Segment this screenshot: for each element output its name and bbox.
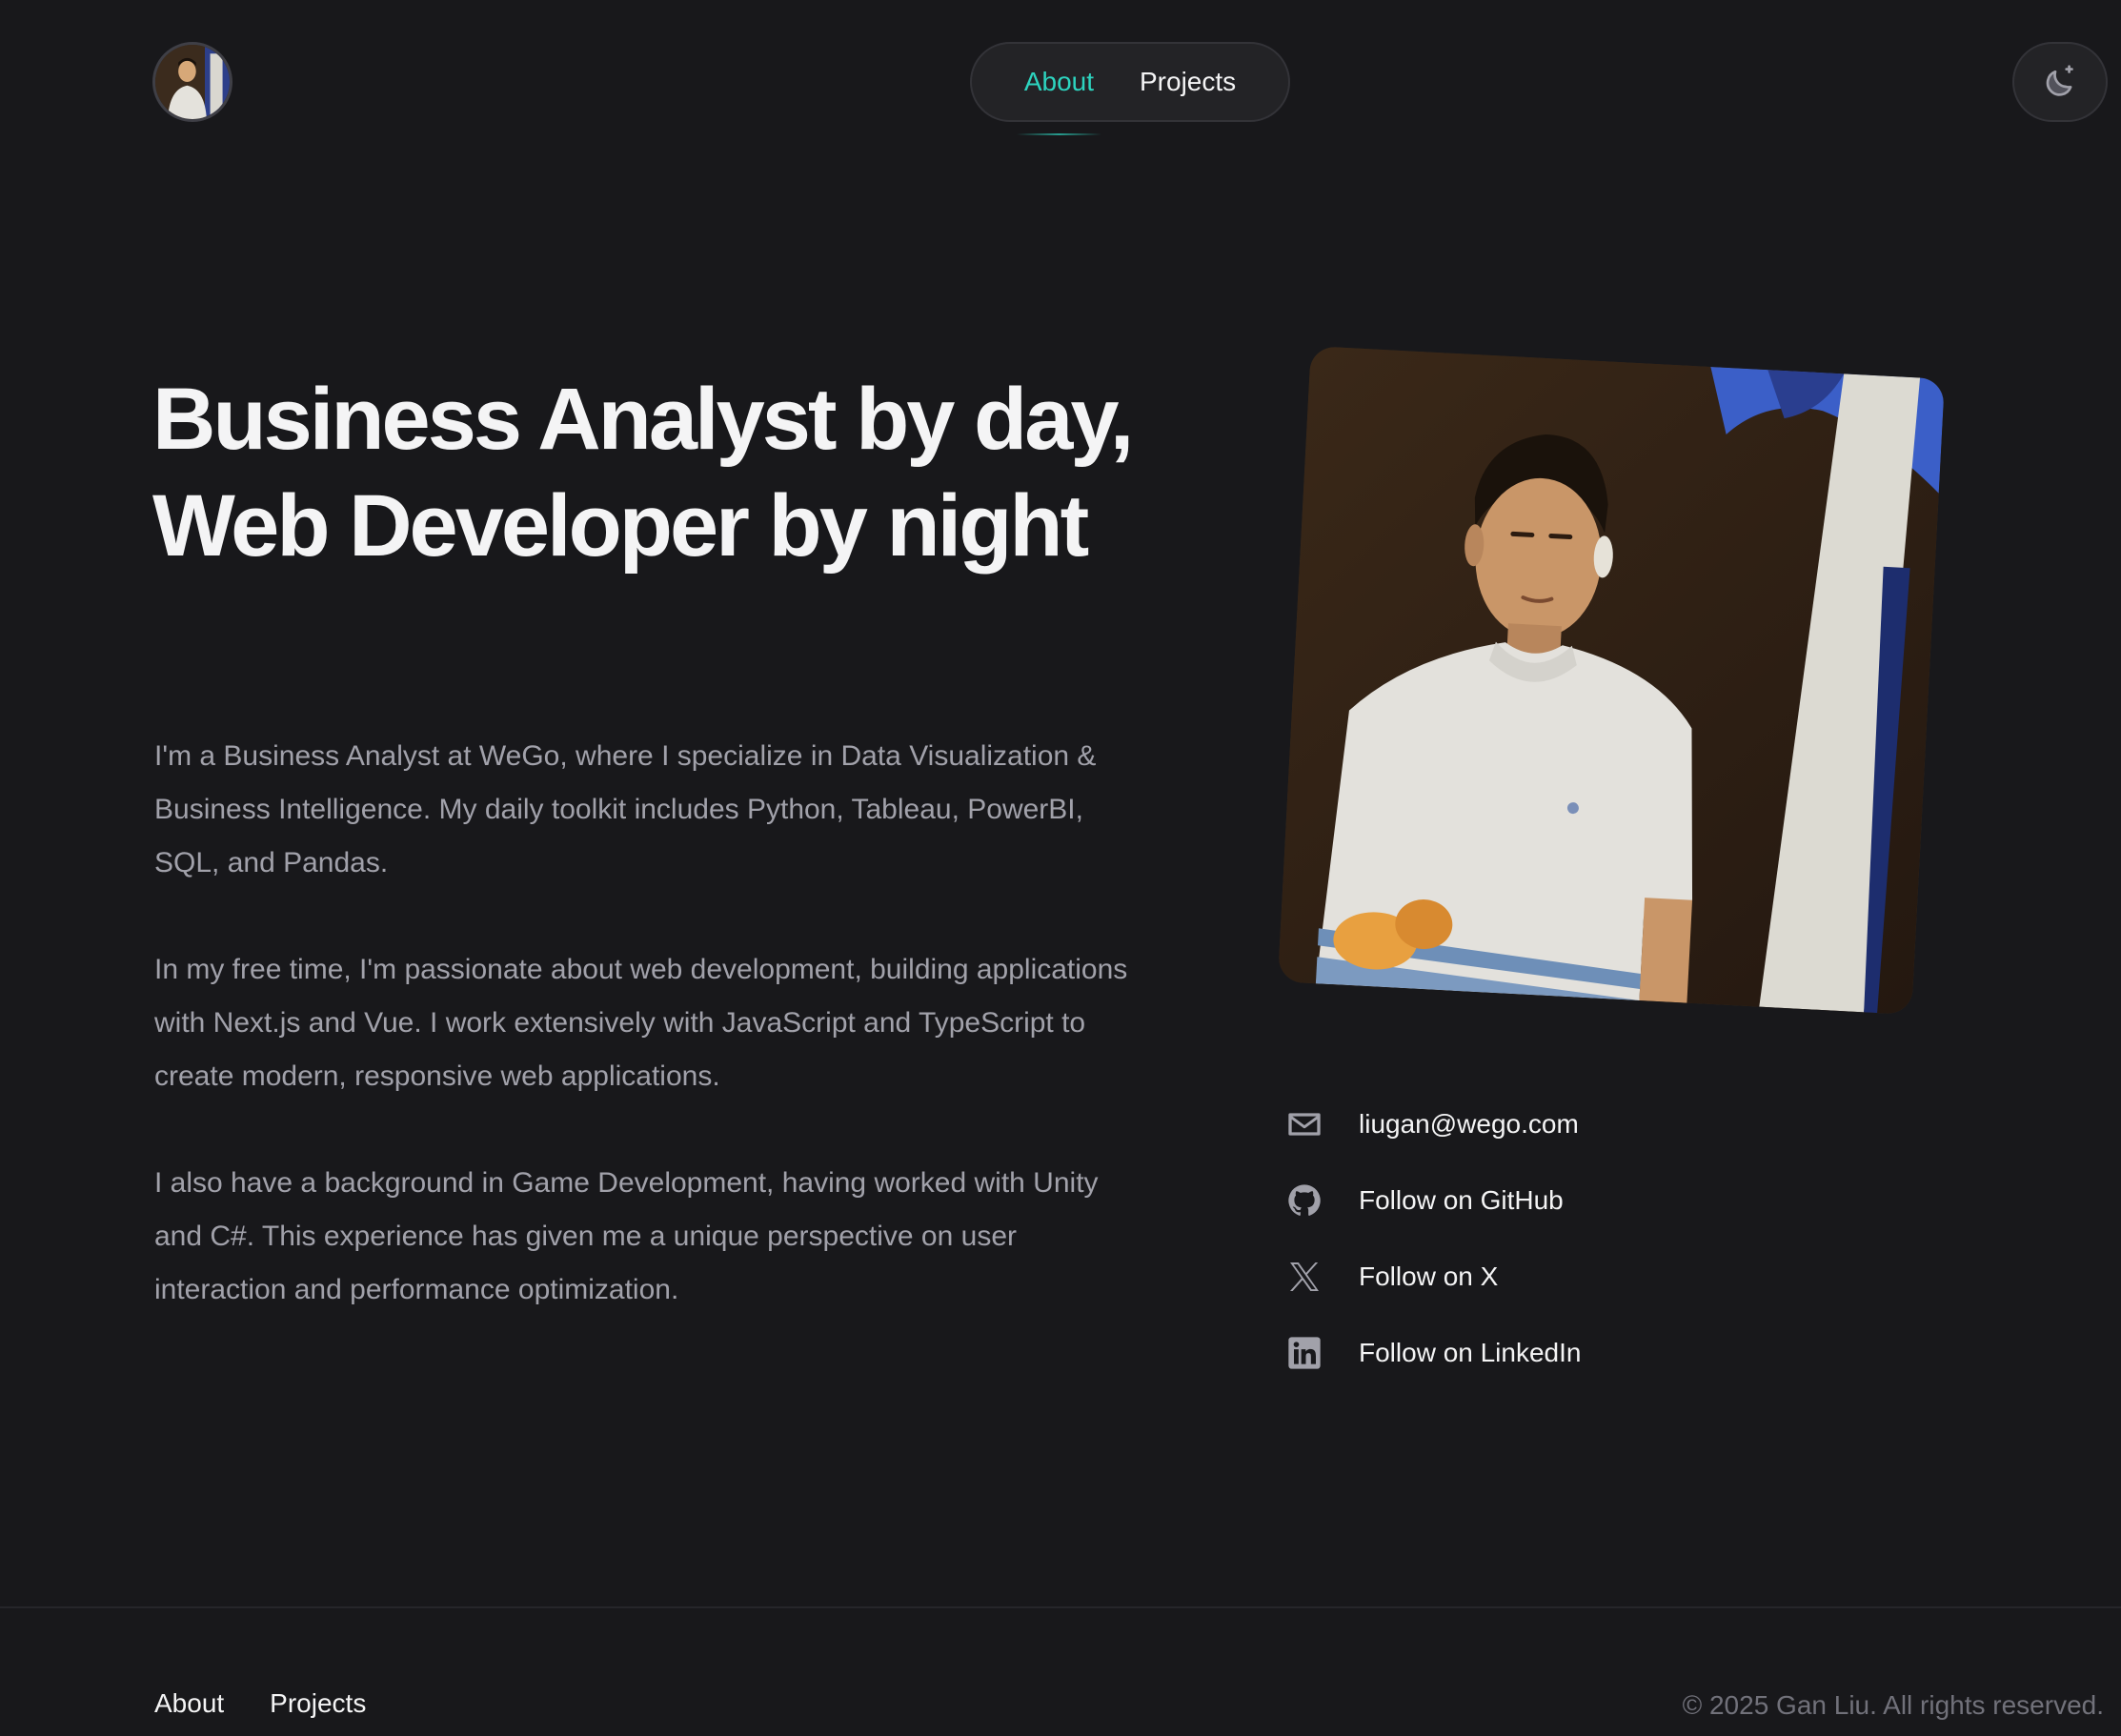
x-link[interactable]: Follow on X	[1359, 1262, 1498, 1292]
portrait-photo	[1277, 346, 1946, 1015]
x-icon	[1284, 1257, 1324, 1297]
bio-section: I'm a Business Analyst at WeGo, where I …	[154, 730, 1136, 1370]
page: About Projects Business Analyst by day, …	[0, 0, 2121, 1736]
social-item-email[interactable]: liugan@wego.com	[1284, 1086, 1761, 1162]
footer-nav: About Projects	[154, 1688, 366, 1719]
bio-paragraph-1: I'm a Business Analyst at WeGo, where I …	[154, 740, 1097, 878]
theme-toggle-button[interactable]	[2012, 42, 2108, 122]
email-link[interactable]: liugan@wego.com	[1359, 1109, 1579, 1140]
page-title: Business Analyst by day, Web Developer b…	[152, 371, 1134, 575]
main-nav: About Projects	[970, 42, 1290, 135]
avatar-home-link[interactable]	[152, 42, 232, 122]
footer-link-projects[interactable]: Projects	[270, 1688, 366, 1719]
social-item-x[interactable]: Follow on X	[1284, 1239, 1761, 1315]
github-icon	[1284, 1181, 1324, 1221]
bio-paragraph-3: I also have a background in Game Develop…	[154, 1167, 1099, 1305]
footer-link-about[interactable]: About	[154, 1688, 224, 1719]
social-links: liugan@wego.com Follow on GitHub Follow …	[1284, 1086, 1761, 1391]
footer-divider	[0, 1606, 2121, 1608]
avatar-image	[155, 45, 230, 119]
nav-link-projects[interactable]: Projects	[1140, 67, 1236, 97]
linkedin-link[interactable]: Follow on LinkedIn	[1359, 1338, 1581, 1368]
moon-sparkle-icon	[2046, 65, 2073, 96]
github-link[interactable]: Follow on GitHub	[1359, 1185, 1564, 1216]
bio-paragraph-2: In my free time, I'm passionate about we…	[154, 954, 1128, 1092]
copyright-text: © 2025 Gan Liu. All rights reserved.	[1682, 1690, 2104, 1720]
nav-link-about[interactable]: About	[1016, 67, 1102, 135]
linkedin-icon	[1284, 1333, 1324, 1373]
social-item-github[interactable]: Follow on GitHub	[1284, 1162, 1761, 1239]
social-item-linkedin[interactable]: Follow on LinkedIn	[1284, 1315, 1761, 1391]
mail-icon	[1284, 1104, 1324, 1144]
